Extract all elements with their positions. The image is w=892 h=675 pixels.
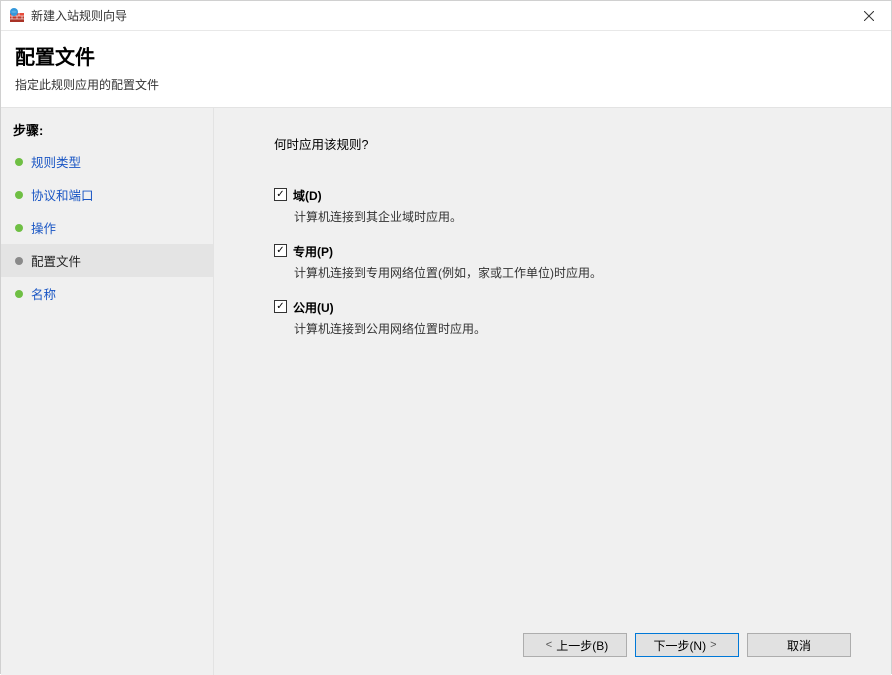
step-bullet-icon (15, 224, 23, 232)
step-bullet-icon (15, 191, 23, 199)
profile-option-public: ✓ 公用(U) (274, 299, 871, 316)
page-title: 配置文件 (15, 41, 877, 70)
cancel-button[interactable]: 取消 (747, 633, 851, 657)
profile-option-domain: ✓ 域(D) (274, 187, 871, 204)
checkmark-icon: ✓ (276, 190, 284, 200)
checkmark-icon: ✓ (276, 246, 284, 256)
back-button-label: 上一步(B) (556, 637, 608, 654)
steps-sidebar: 步骤: 规则类型协议和端口操作配置文件名称 (1, 108, 213, 675)
step-bullet-icon (15, 290, 23, 298)
content-pane: 何时应用该规则? ✓ 域(D) 计算机连接到其企业域时应用。 ✓ 专用(P) 计算机连接到… (213, 108, 891, 675)
sidebar-step-rule-type[interactable]: 规则类型 (1, 145, 213, 178)
step-bullet-icon (15, 158, 23, 166)
wizard-body: 步骤: 规则类型协议和端口操作配置文件名称 何时应用该规则? ✓ 域(D) 计算机连… (1, 107, 891, 675)
checkmark-icon: ✓ (276, 302, 284, 312)
checkbox-desc: 计算机连接到其企业域时应用。 (294, 208, 871, 225)
step-bullet-icon (15, 257, 23, 265)
checkbox-label: 专用(P) (293, 243, 333, 260)
step-label: 配置文件 (31, 251, 81, 270)
content-question: 何时应用该规则? (274, 134, 871, 153)
window-title: 新建入站规则向导 (31, 7, 127, 24)
step-label: 名称 (31, 284, 56, 303)
checkbox-domain[interactable]: ✓ (274, 188, 287, 201)
sidebar-step-profile[interactable]: 配置文件 (1, 244, 213, 277)
next-button-label: 下一步(N) (653, 637, 706, 654)
checkbox-private[interactable]: ✓ (274, 244, 287, 257)
wizard-header: 配置文件 指定此规则应用的配置文件 (1, 31, 891, 107)
steps-heading: 步骤: (1, 116, 213, 145)
step-label: 操作 (31, 218, 56, 237)
cancel-button-label: 取消 (787, 637, 811, 654)
checkbox-label: 域(D) (293, 187, 322, 204)
chevron-left-icon: < (546, 639, 552, 651)
close-icon (864, 11, 874, 21)
checkbox-public[interactable]: ✓ (274, 300, 287, 313)
step-label: 规则类型 (31, 152, 81, 171)
close-button[interactable] (846, 1, 891, 31)
profile-option-private: ✓ 专用(P) (274, 243, 871, 260)
checkbox-desc: 计算机连接到公用网络位置时应用。 (294, 320, 871, 337)
wizard-footer: < 上一步(B) 下一步(N) > 取消 (274, 619, 871, 675)
sidebar-step-action[interactable]: 操作 (1, 211, 213, 244)
page-subtitle: 指定此规则应用的配置文件 (15, 76, 877, 93)
checkbox-desc: 计算机连接到专用网络位置(例如，家或工作单位)时应用。 (294, 264, 871, 281)
chevron-right-icon: > (710, 639, 716, 651)
back-button[interactable]: < 上一步(B) (523, 633, 627, 657)
sidebar-step-name[interactable]: 名称 (1, 277, 213, 310)
checkbox-label: 公用(U) (293, 299, 334, 316)
firewall-icon (9, 8, 25, 24)
next-button[interactable]: 下一步(N) > (635, 633, 739, 657)
step-label: 协议和端口 (31, 185, 94, 204)
titlebar: 新建入站规则向导 (1, 1, 891, 31)
sidebar-step-protocol-port[interactable]: 协议和端口 (1, 178, 213, 211)
